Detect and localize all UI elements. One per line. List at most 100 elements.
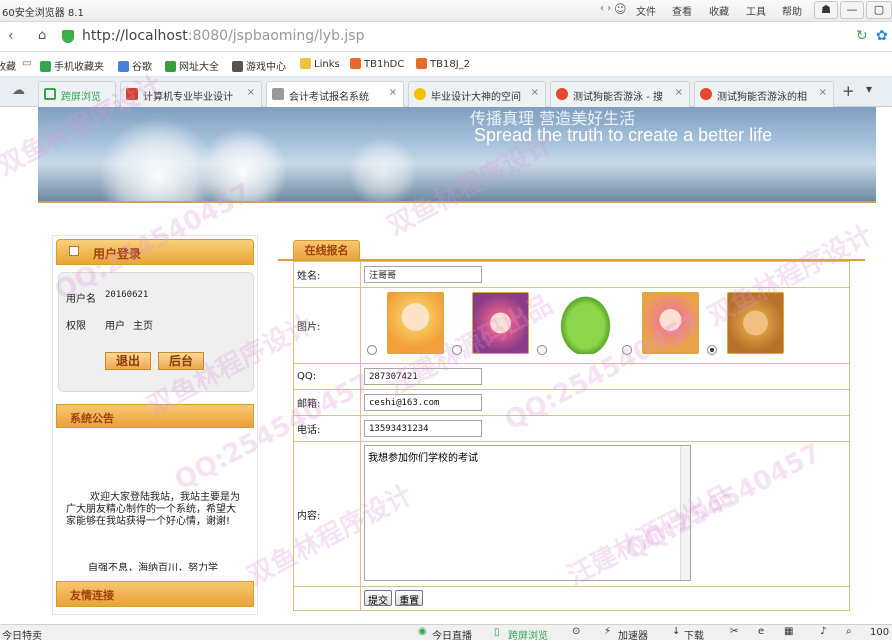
close-icon[interactable]: × xyxy=(675,87,683,98)
login-header: 用户登录 xyxy=(56,239,254,265)
banner-slogan-en: Spread the truth to create a better life xyxy=(474,125,773,145)
announcement-header: 系统公告 xyxy=(56,404,254,428)
bookmark-links[interactable]: Links xyxy=(300,58,340,70)
google-icon xyxy=(118,61,129,72)
close-icon[interactable]: × xyxy=(531,87,539,98)
tab-search-1[interactable]: 测试狗能否游泳 - 搜 × xyxy=(550,81,690,107)
gamepad-icon xyxy=(232,61,243,72)
zoom-level[interactable]: 100 xyxy=(870,627,889,638)
login-box: 用户名 20160621 权限 用户 主页 退出 后台 xyxy=(58,272,254,392)
tab-label: 会计考试报名系统 xyxy=(289,92,369,103)
menu-help[interactable]: 帮助 xyxy=(782,3,802,18)
avatar-doll-image xyxy=(642,292,699,354)
tab-label: 计算机专业毕业设计 xyxy=(143,92,233,103)
taobao-icon xyxy=(416,58,427,69)
cloud-icon[interactable]: ☁ xyxy=(12,83,25,98)
bookmark-tb2[interactable]: TB18J_2 xyxy=(416,58,470,70)
avatar-bear-radio[interactable] xyxy=(707,345,717,355)
image-label: 图片: xyxy=(293,287,361,364)
taobao-icon xyxy=(350,58,361,69)
maximize-icon[interactable]: ▢ xyxy=(866,1,892,19)
menu-view[interactable]: 查看 xyxy=(672,3,692,18)
tab-list-icon[interactable]: ▾ xyxy=(866,82,872,96)
url-host: http://localhost xyxy=(82,28,188,44)
avatar-frog-radio[interactable] xyxy=(537,345,547,355)
textarea-scrollbar[interactable] xyxy=(680,446,690,580)
tab-exam-system[interactable]: 会计考试报名系统 × xyxy=(266,81,404,108)
user-icon[interactable]: ☺ xyxy=(614,2,627,16)
tab-bar: ☁ 跨屏浏览 计算机专业毕业设计 × 会计考试报名系统 × 毕业设计大神的空间 × 测… xyxy=(0,77,892,108)
close-icon[interactable]: × xyxy=(819,87,827,98)
nav-arrows-icon[interactable]: ‹ › xyxy=(600,3,611,14)
links-header: 友情连接 xyxy=(56,581,254,607)
email-input[interactable] xyxy=(364,394,482,411)
folder-icon: ▭ xyxy=(22,58,32,69)
qq-input[interactable] xyxy=(364,368,482,385)
name-input[interactable] xyxy=(364,266,482,283)
url-path: :8080/jspbaoming/lyb.jsp xyxy=(187,28,365,44)
skin-icon[interactable]: ☗ xyxy=(814,1,838,19)
bookmark-google[interactable]: 谷歌 xyxy=(118,58,152,73)
new-tab-icon[interactable]: + xyxy=(842,82,855,100)
menu-tools[interactable]: 工具 xyxy=(746,3,766,18)
bookmark-label: 网址大全 xyxy=(179,62,219,73)
avatar-bear-image xyxy=(727,292,784,354)
close-icon[interactable]: × xyxy=(389,87,397,98)
tab-graduation[interactable]: 计算机专业毕业设计 × xyxy=(120,81,262,107)
back-icon[interactable]: ‹ xyxy=(8,28,14,44)
logout-button[interactable]: 退出 xyxy=(105,352,151,370)
avatar-doll-radio[interactable] xyxy=(622,345,632,355)
dandelion-image xyxy=(198,127,288,201)
phone-icon xyxy=(40,61,51,72)
close-icon[interactable]: × xyxy=(247,87,255,98)
bookmark-mobile[interactable]: 手机收藏夹 xyxy=(40,58,104,73)
tab-label: 跨屏浏览 xyxy=(61,92,101,103)
bookmark-hao[interactable]: 网址大全 xyxy=(165,58,219,73)
tab-space[interactable]: 毕业设计大神的空间 × xyxy=(408,81,546,107)
star-icon xyxy=(414,88,426,100)
avatar-frog-image xyxy=(557,292,614,354)
ie-icon[interactable]: e xyxy=(758,626,764,637)
download-icon: ↓ xyxy=(672,626,681,637)
cut-icon[interactable]: ✂ xyxy=(730,626,738,637)
avatar-boy-radio[interactable] xyxy=(367,345,377,355)
search-engine-icon xyxy=(700,88,712,100)
extension-icon[interactable]: ✿ xyxy=(876,28,888,44)
folder-icon xyxy=(300,58,311,69)
bookmarks-bar: 收藏 ▭ 手机收藏夹 谷歌 网址大全 游戏中心 Links TB1hDC TB1… xyxy=(0,52,892,77)
minimize-icon[interactable]: — xyxy=(840,1,864,19)
home-icon[interactable]: ⌂ xyxy=(38,28,46,43)
refresh-icon[interactable]: ↻ xyxy=(856,28,868,44)
phone-icon: ▯ xyxy=(494,627,500,638)
tab-label: 测试狗能否游泳 - 搜 xyxy=(573,92,663,103)
reset-button[interactable]: 重置 xyxy=(395,590,424,607)
announcement-text-2: 自强不息，海纳百川，努力学 xyxy=(88,563,218,571)
volume-icon[interactable]: ♪ xyxy=(820,626,826,637)
content-textarea[interactable]: 我想参加你们学校的考试 xyxy=(364,445,691,581)
bookmark-tb1[interactable]: TB1hDC xyxy=(350,58,404,70)
user-login-icon xyxy=(69,246,79,256)
tab-label: 毕业设计大神的空间 xyxy=(431,92,521,103)
admin-button[interactable]: 后台 xyxy=(158,352,204,370)
role-label: 权限 xyxy=(66,321,86,332)
url-input[interactable]: http://localhost:8080/jspbaoming/lyb.jsp xyxy=(82,28,364,44)
menu-file[interactable]: 文件 xyxy=(636,3,656,18)
screenshot-icon[interactable]: ⊙ xyxy=(572,626,580,637)
menu-favorites[interactable]: 收藏 xyxy=(709,3,729,18)
site-favicon-icon xyxy=(126,88,138,100)
username-label: 用户名 xyxy=(66,294,96,305)
avatar-girl-radio[interactable] xyxy=(452,345,462,355)
content-label: 内容: xyxy=(293,441,361,587)
phone-input[interactable] xyxy=(364,420,482,437)
bookmark-favorites[interactable]: 收藏 xyxy=(0,58,16,73)
login-title: 用户登录 xyxy=(93,247,142,261)
bookmark-label: 游戏中心 xyxy=(246,62,286,73)
home-link[interactable]: 主页 xyxy=(133,317,153,332)
search-engine-icon xyxy=(556,88,568,100)
bookmark-games[interactable]: 游戏中心 xyxy=(232,58,286,73)
tab-cross-screen[interactable]: 跨屏浏览 xyxy=(38,81,116,107)
role-value: 用户 xyxy=(105,321,125,332)
submit-button[interactable]: 提交 xyxy=(364,590,392,607)
grid-icon[interactable]: ▦ xyxy=(784,626,793,637)
tab-search-2[interactable]: 测试狗能否游泳的相 × xyxy=(694,81,834,107)
